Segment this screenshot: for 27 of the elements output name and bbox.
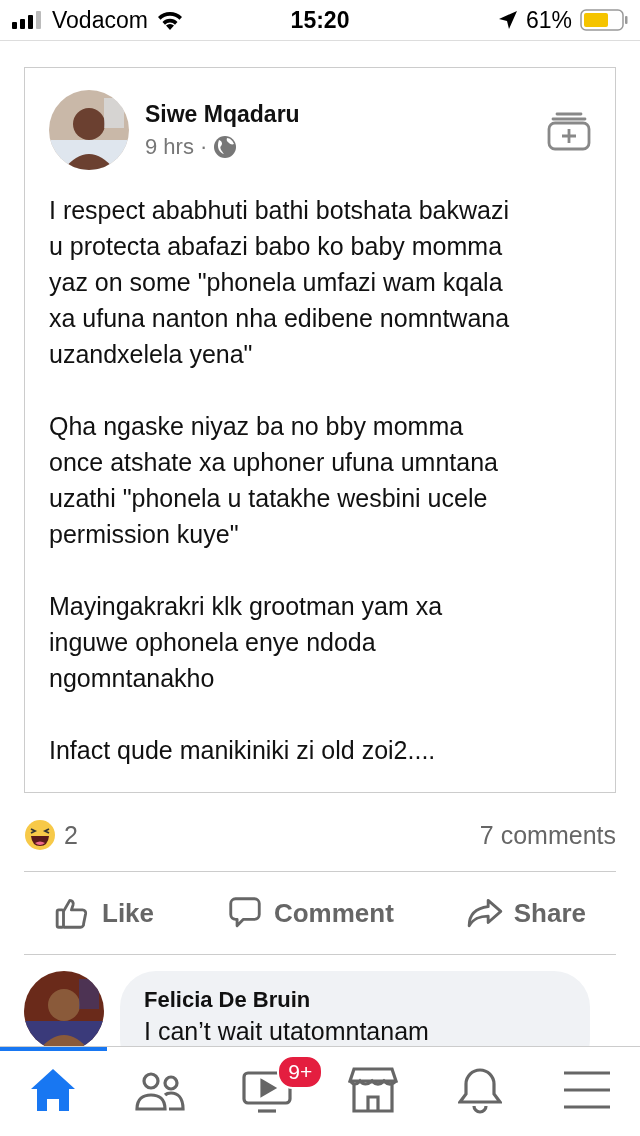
post-paragraph: I respect ababhuti bathi botshata bakwazi u protecta abafazi babo ko baby momma yaz on some "phonela umfazi wam kqala xa ufuna nanton nha edibene nomntwana uzandxelela yena"	[49, 195, 511, 370]
battery-percent: 61%	[525, 6, 572, 34]
reaction-count[interactable]: 2	[64, 820, 78, 850]
menu-icon	[563, 1070, 610, 1109]
post-paragraph: Mayingakrakri klk grootman yam xa inguwe ophonela enye ndoda ngomntanakho	[49, 591, 444, 694]
shop-icon	[348, 1066, 399, 1113]
carrier-name: Vodacom	[52, 6, 148, 34]
like-button[interactable]: Like	[54, 894, 155, 932]
comment-text: I can’t wait utatomntanam	[144, 1017, 430, 1046]
location-arrow-icon	[497, 10, 518, 30]
comment-count[interactable]: 7 comments	[479, 820, 616, 850]
post-paragraph: Qha ngaske niyaz ba no bby momma once atshate xa uphoner ufuna umntana uzathi "phonela u tatakhe wesbini ucele permission kuye"	[49, 411, 499, 550]
separator-dot: ·	[199, 133, 208, 160]
notification-badge: 9+	[277, 1055, 324, 1089]
wifi-icon	[155, 10, 184, 30]
commenter-name[interactable]: Felicia De Bruin	[144, 987, 566, 1013]
signal-icon	[12, 11, 44, 29]
post-time: 9 hrs	[145, 133, 194, 160]
author-name[interactable]: Siwe Mqadaru	[145, 100, 531, 128]
laughing-emoji-icon	[24, 819, 56, 851]
globe-icon	[213, 134, 238, 159]
share-button[interactable]: Share	[465, 894, 586, 932]
battery-icon	[580, 9, 628, 31]
comment-button[interactable]: Comment	[225, 894, 394, 932]
clock-time: 15:20	[290, 6, 350, 34]
bell-icon	[458, 1065, 502, 1114]
post-paragraph: Infact qude manikiniki zi old zoi2....	[49, 735, 437, 766]
